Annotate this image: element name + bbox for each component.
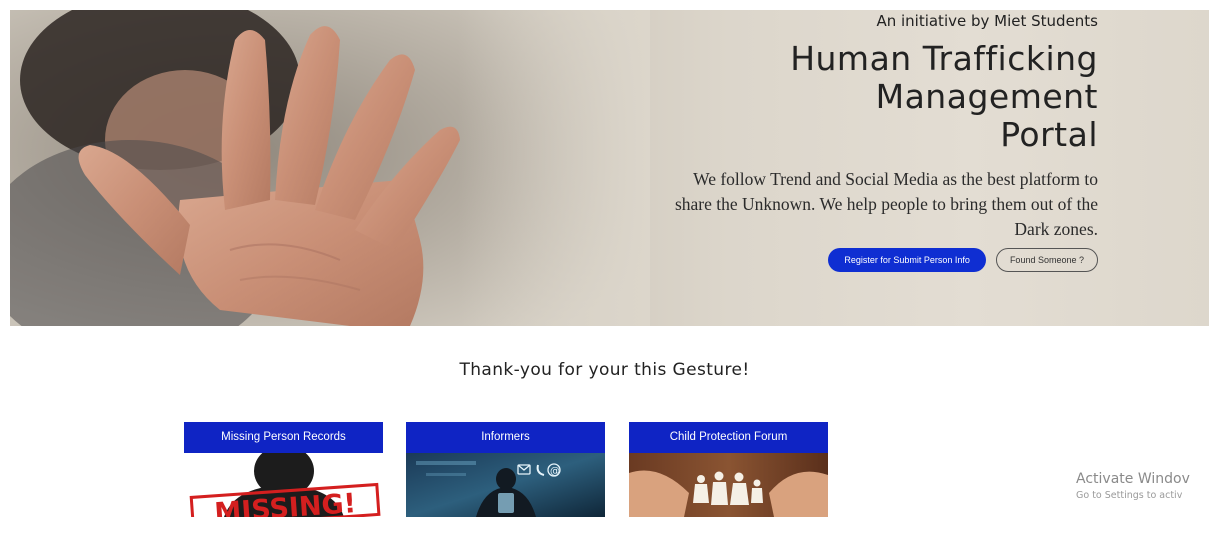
- card-title: Child Protection Forum: [629, 422, 828, 453]
- hero-title-line-1: Human Trafficking: [790, 39, 1098, 78]
- card-child-protection-forum[interactable]: Child Protection Forum: [629, 422, 828, 517]
- hero-eyebrow: An initiative by Miet Students: [876, 12, 1098, 30]
- hero-description: We follow Trend and Social Media as the …: [674, 169, 1098, 239]
- card-missing-person-records[interactable]: Missing Person Records MISSING!: [184, 422, 383, 517]
- windows-activation-watermark: Activate Windov Go to Settings to activ: [1076, 470, 1190, 504]
- found-someone-button[interactable]: Found Someone ?: [995, 248, 1098, 272]
- hero-banner: An initiative by Miet Students Human Tra…: [10, 10, 1209, 326]
- svg-text:@: @: [550, 466, 560, 477]
- watermark-subtitle: Go to Settings to activ: [1076, 490, 1183, 501]
- family-protection-image: [629, 453, 828, 517]
- card-title: Informers: [406, 422, 605, 453]
- hero-title-line-2: Management: [875, 77, 1098, 116]
- hero-title-line-3: Portal: [1000, 115, 1098, 154]
- hero-hand-photo: [10, 10, 650, 326]
- watermark-title: Activate Windov: [1076, 471, 1190, 487]
- register-button[interactable]: Register for Submit Person Info: [828, 248, 986, 272]
- card-title: Missing Person Records: [184, 422, 383, 453]
- missing-person-image: MISSING!: [184, 453, 383, 517]
- hero-button-group: Register for Submit Person Info Found So…: [828, 248, 1098, 272]
- thank-you-heading: Thank-you for your this Gesture!: [459, 360, 750, 380]
- informers-image: @: [406, 453, 605, 517]
- hero-title: Human Trafficking Management Portal: [790, 40, 1098, 154]
- card-informers[interactable]: Informers @: [406, 422, 605, 517]
